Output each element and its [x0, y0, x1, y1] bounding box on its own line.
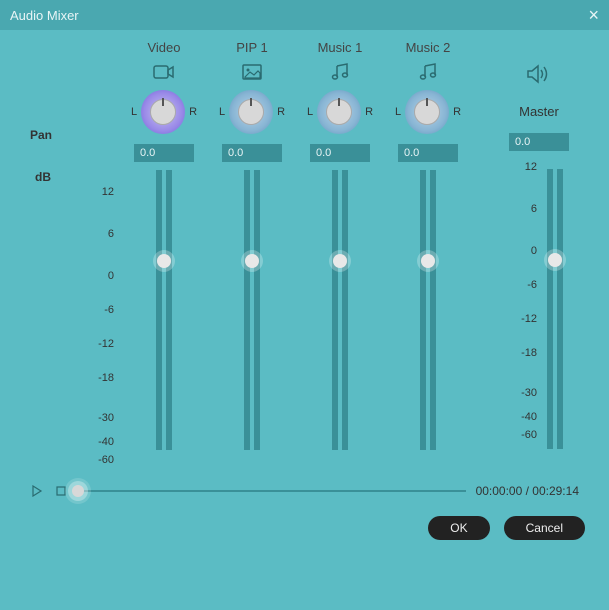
row-labels: Pan dB: [20, 40, 80, 466]
pan-left-label: L: [219, 106, 225, 118]
scale-tick: -60: [98, 454, 114, 466]
volume-fader[interactable]: [150, 170, 178, 450]
channel-video: Video L R: [120, 40, 208, 466]
db-row-label: dB: [35, 170, 51, 184]
db-scale-left: 12 6 0 -6 -12 -18 -30 -40 -60: [80, 186, 120, 466]
timeline-slider[interactable]: [78, 490, 466, 492]
db-input[interactable]: [222, 144, 282, 162]
scale-tick: -30: [98, 412, 114, 424]
channel-label: Video: [147, 40, 180, 58]
scale-tick: -12: [98, 338, 114, 350]
time-display: 00:00:00 / 00:29:14: [476, 484, 579, 498]
fader-thumb[interactable]: [421, 254, 435, 268]
channel-label: PIP 1: [236, 40, 268, 58]
db-input[interactable]: [509, 133, 569, 151]
db-input[interactable]: [310, 144, 370, 162]
mixer-content: Pan dB 12 6 0 -6 -12 -18 -30 -40 -60 Vid…: [0, 30, 609, 498]
footer: OK Cancel: [0, 498, 609, 558]
camera-icon: [153, 60, 175, 84]
scale-tick: -30: [521, 387, 537, 399]
music-icon: [330, 60, 350, 84]
pan-knob[interactable]: [405, 90, 449, 134]
scale-tick: -40: [521, 411, 537, 423]
volume-fader[interactable]: [541, 169, 569, 449]
play-button[interactable]: [30, 484, 44, 498]
pan-right-label: R: [453, 106, 461, 118]
pan-knob[interactable]: [229, 90, 273, 134]
scale-tick: 6: [108, 228, 114, 240]
scale-tick: -18: [98, 372, 114, 384]
pan-row-label: Pan: [30, 128, 52, 142]
scale-tick: 0: [108, 270, 114, 282]
pan-right-label: R: [365, 106, 373, 118]
db-input[interactable]: [398, 144, 458, 162]
channel-label: Music 2: [406, 40, 451, 58]
fader-thumb[interactable]: [157, 254, 171, 268]
cancel-button[interactable]: Cancel: [504, 516, 585, 540]
scale-tick: 12: [525, 161, 537, 173]
window-title: Audio Mixer: [10, 8, 79, 23]
close-icon[interactable]: ×: [588, 5, 599, 26]
pan-right-label: R: [277, 106, 285, 118]
scale-tick: -6: [527, 279, 537, 291]
db-input[interactable]: [134, 144, 194, 162]
volume-fader[interactable]: [326, 170, 354, 450]
scale-tick: 6: [531, 203, 537, 215]
channel-music2: Music 2 L R: [384, 40, 472, 466]
scale-tick: 0: [531, 245, 537, 257]
image-icon: [242, 60, 262, 84]
pan-left-label: L: [131, 106, 137, 118]
scale-tick: -40: [98, 436, 114, 448]
pan-right-label: R: [189, 106, 197, 118]
master-label: Master: [519, 104, 559, 119]
channel-pip1: PIP 1 L R: [208, 40, 296, 466]
scale-tick: -18: [521, 347, 537, 359]
titlebar: Audio Mixer ×: [0, 0, 609, 30]
stop-button[interactable]: [54, 484, 68, 498]
timeline-thumb[interactable]: [72, 485, 84, 497]
speaker-icon: [526, 62, 552, 86]
pan-knob[interactable]: [317, 90, 361, 134]
channel-label: Music 1: [318, 40, 363, 58]
fader-thumb[interactable]: [548, 253, 562, 267]
scale-tick: -60: [521, 429, 537, 441]
fader-thumb[interactable]: [333, 254, 347, 268]
scale-tick: 12: [102, 186, 114, 198]
fader-thumb[interactable]: [245, 254, 259, 268]
channel-master: Master 12 6 0 -6 -12 -18 -30 -40 -60: [489, 40, 589, 466]
playback-bar: 00:00:00 / 00:29:14: [20, 484, 589, 498]
ok-button[interactable]: OK: [428, 516, 489, 540]
scale-tick: -12: [521, 313, 537, 325]
pan-knob[interactable]: [141, 90, 185, 134]
music-icon: [418, 60, 438, 84]
pan-left-label: L: [307, 106, 313, 118]
channel-music1: Music 1 L R: [296, 40, 384, 466]
scale-tick: -6: [104, 304, 114, 316]
pan-left-label: L: [395, 106, 401, 118]
volume-fader[interactable]: [414, 170, 442, 450]
volume-fader[interactable]: [238, 170, 266, 450]
db-scale-master: 12 6 0 -6 -12 -18 -30 -40 -60: [509, 161, 541, 441]
